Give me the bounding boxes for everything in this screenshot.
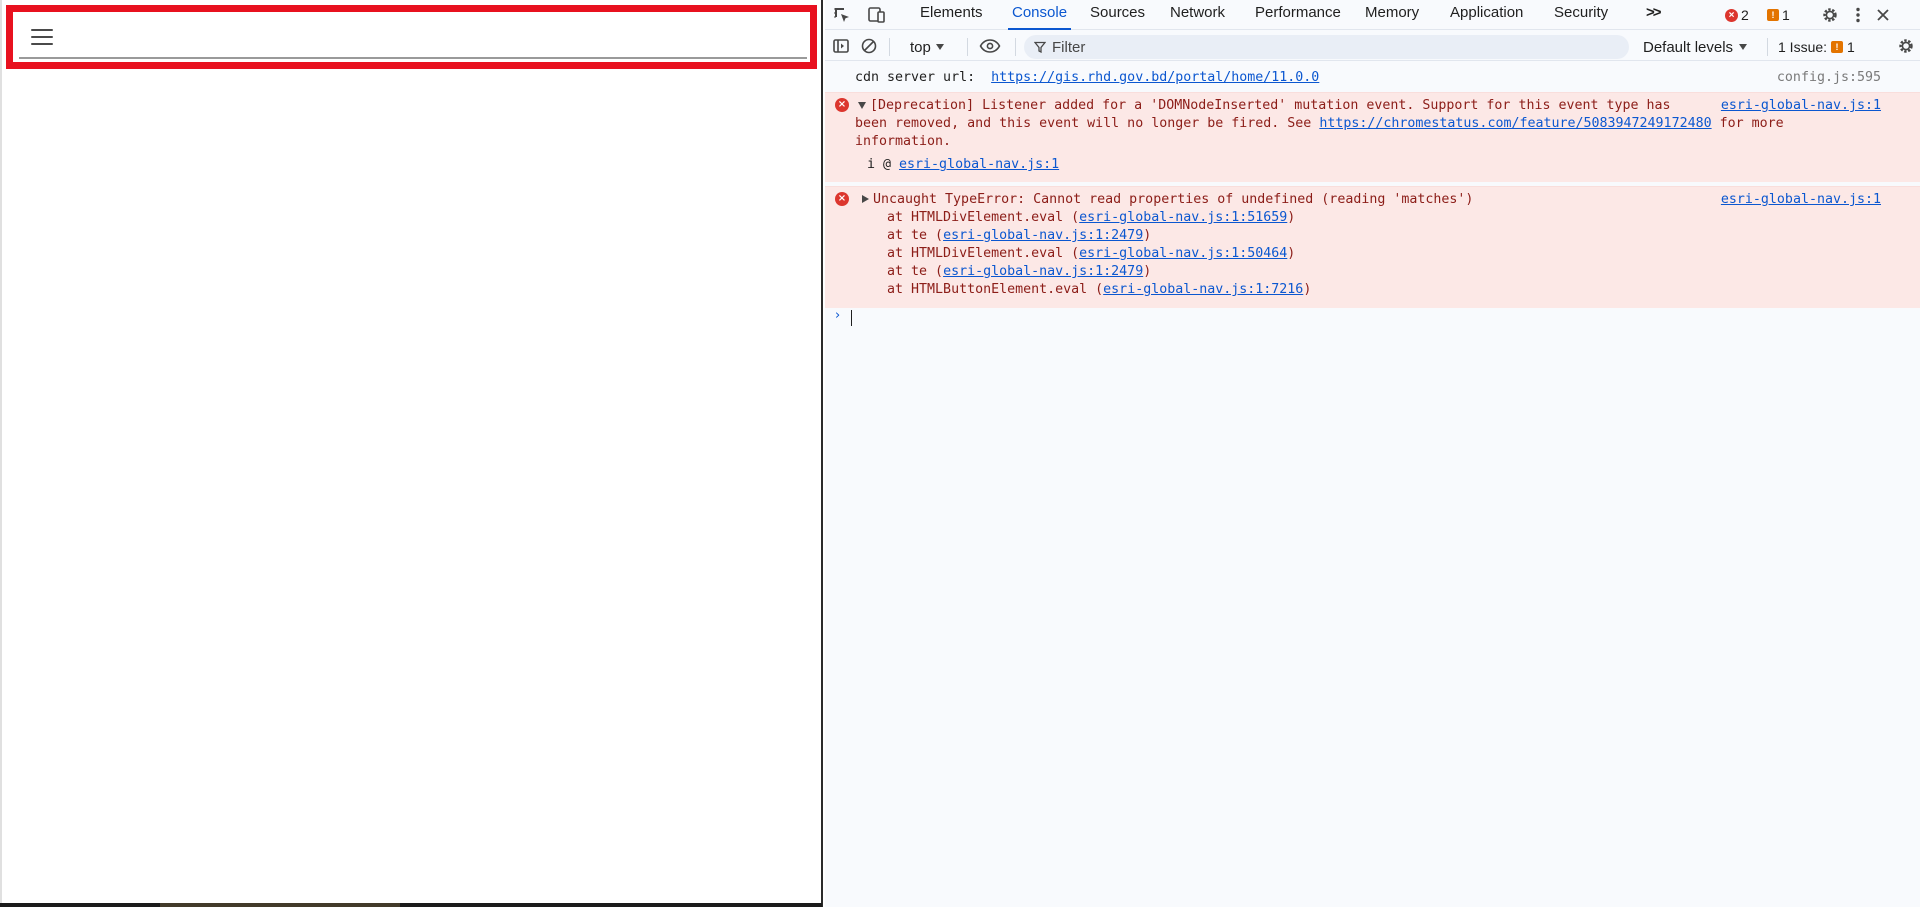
deprecation-source-link[interactable]: esri-global-nav.js:1 <box>1721 97 1881 115</box>
filter-funnel-icon <box>1034 41 1046 53</box>
log-source-link[interactable]: config.js:595 <box>1777 69 1881 87</box>
console-log-message: cdn server url: https://gis.rhd.gov.bd/p… <box>825 62 1920 87</box>
warning-count: 1 <box>1782 7 1790 23</box>
chromestatus-link[interactable]: https://chromestatus.com/feature/5083947… <box>1319 116 1711 131</box>
console-prompt[interactable]: › <box>825 308 1920 328</box>
log-url-link[interactable]: https://gis.rhd.gov.bd/portal/home/11.0.… <box>991 70 1319 85</box>
page-bottom-edge <box>0 903 822 907</box>
page-left-edge <box>0 0 2 907</box>
expand-triangle-icon[interactable] <box>862 195 869 203</box>
toolbar-separator <box>889 38 890 56</box>
tab-security[interactable]: Security <box>1554 0 1608 30</box>
tab-performance[interactable]: Performance <box>1255 0 1341 30</box>
tab-memory[interactable]: Memory <box>1365 0 1419 30</box>
console-toolbar: top Default levels 1 Issue: ! 1 <box>825 31 1920 61</box>
type-error-message: × Uncaught TypeError: Cannot read proper… <box>825 186 1920 308</box>
tab-application[interactable]: Application <box>1450 0 1523 30</box>
error-counter[interactable]: × 2 <box>1725 4 1749 26</box>
toolbar-separator <box>1767 38 1768 56</box>
filter-field[interactable] <box>1024 35 1629 59</box>
warning-flag-icon: ! <box>1767 9 1779 21</box>
log-levels-dropdown[interactable]: Default levels <box>1643 35 1748 59</box>
devtools-panel: Elements Console Sources Network Perform… <box>825 0 1920 907</box>
log-levels-value: Default levels <box>1643 38 1734 56</box>
console-messages: cdn server url: https://gis.rhd.gov.bd/p… <box>825 62 1920 907</box>
issues-button[interactable]: 1 Issue: ! 1 <box>1778 35 1855 59</box>
chevron-down-icon <box>935 44 944 50</box>
issues-count: 1 <box>1847 39 1855 55</box>
stack-frame: at te (esri-global-nav.js:1:2479) <box>855 228 1152 243</box>
page-divider[interactable] <box>821 0 823 907</box>
issues-label: 1 Issue: <box>1778 39 1828 55</box>
expand-triangle-icon[interactable] <box>858 101 866 109</box>
tab-sources[interactable]: Sources <box>1090 0 1145 30</box>
deprecation-line-3: information. <box>855 134 952 149</box>
stack-frame-link[interactable]: esri-global-nav.js:1:2479 <box>943 228 1143 243</box>
error-icon: × <box>1725 8 1738 22</box>
devtools-tab-bar: Elements Console Sources Network Perform… <box>825 0 1920 30</box>
type-error-title[interactable]: Uncaught TypeError: Cannot read properti… <box>862 191 1473 209</box>
type-error-source-link[interactable]: esri-global-nav.js:1 <box>1721 191 1881 209</box>
tab-console[interactable]: Console <box>1008 0 1072 30</box>
device-toolbar-icon[interactable] <box>864 2 890 28</box>
toolbar-separator <box>967 38 968 56</box>
more-tabs-button[interactable]: >> <box>1646 0 1661 30</box>
inspected-page <box>0 0 823 907</box>
stack-frame-link[interactable]: esri-global-nav.js:1:7216 <box>1103 282 1303 297</box>
highlighted-header-region <box>6 5 817 69</box>
deprecation-error-message: × [Deprecation] Listener added for a 'DO… <box>825 92 1920 182</box>
error-circle-icon: × <box>835 192 849 206</box>
inspect-element-icon[interactable] <box>829 2 855 28</box>
filter-input[interactable] <box>1052 38 1612 56</box>
warning-counter[interactable]: ! 1 <box>1767 4 1790 26</box>
clear-console-icon[interactable] <box>856 33 882 59</box>
console-settings-gear-icon[interactable] <box>1893 33 1919 59</box>
stack-frame: at te (esri-global-nav.js:1:2479) <box>855 264 1152 279</box>
live-expression-eye-icon[interactable] <box>977 33 1003 59</box>
deprecation-stack-line: i @ esri-global-nav.js:1 <box>867 157 1060 172</box>
close-devtools-icon[interactable] <box>1870 2 1896 28</box>
show-sidebar-icon[interactable] <box>828 33 854 59</box>
deprecation-line-1[interactable]: [Deprecation] Listener added for a 'DOMN… <box>858 97 1671 115</box>
more-options-kebab-icon[interactable] <box>1845 2 1871 28</box>
stack-frame: at HTMLDivElement.eval (esri-global-nav.… <box>855 210 1296 225</box>
deprecation-stack-link[interactable]: esri-global-nav.js:1 <box>899 157 1059 172</box>
hamburger-menu-icon[interactable] <box>29 24 55 50</box>
chevron-down-icon <box>1739 44 1748 50</box>
context-selector-value: top <box>910 38 931 56</box>
stack-frame-link[interactable]: esri-global-nav.js:1:51659 <box>1079 210 1287 225</box>
header-bottom-border <box>19 57 807 59</box>
tab-network[interactable]: Network <box>1170 0 1225 30</box>
stack-frame-link[interactable]: esri-global-nav.js:1:2479 <box>943 264 1143 279</box>
text-cursor <box>851 310 852 326</box>
log-text: cdn server url: https://gis.rhd.gov.bd/p… <box>855 70 1320 85</box>
toolbar-separator <box>1015 38 1016 56</box>
stack-frame: at HTMLDivElement.eval (esri-global-nav.… <box>855 246 1296 261</box>
settings-gear-icon[interactable] <box>1817 2 1843 28</box>
error-circle-icon: × <box>835 98 849 112</box>
deprecation-line-2: been removed, and this event will no lon… <box>855 116 1784 131</box>
issue-flag-icon: ! <box>1831 41 1844 53</box>
stack-frame-link[interactable]: esri-global-nav.js:1:50464 <box>1079 246 1287 261</box>
context-selector[interactable]: top <box>910 35 944 59</box>
error-count: 2 <box>1741 7 1749 23</box>
stack-frame: at HTMLButtonElement.eval (esri-global-n… <box>855 282 1312 297</box>
prompt-chevron-icon: › <box>835 308 841 323</box>
tab-elements[interactable]: Elements <box>920 0 983 30</box>
